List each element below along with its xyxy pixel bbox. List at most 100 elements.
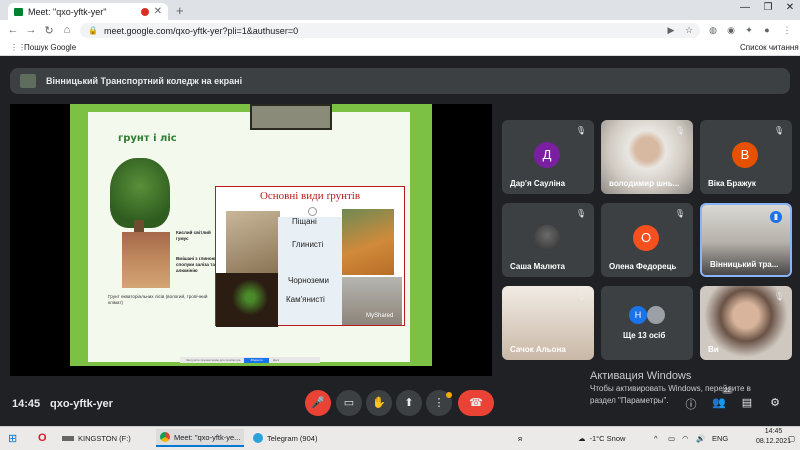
more-participants-label: Ще 13 осіб — [623, 331, 666, 340]
taskbar-drive-label: KINGSTON (F:) — [78, 433, 131, 443]
network-icon[interactable]: ▭ — [668, 429, 675, 447]
chat-icon[interactable]: ▤ — [739, 396, 755, 409]
info-icon[interactable]: ⓘ — [683, 396, 699, 412]
mic-off-icon: 🎙 — [575, 126, 586, 135]
slide-footer-text: Загрузите презентацию для просмотра — [186, 358, 241, 362]
activation-title: Активация Windows — [590, 370, 692, 382]
puzzle-icon[interactable]: ✦ — [742, 23, 756, 37]
reload-icon[interactable]: ↻ — [40, 24, 58, 37]
leave-call-button[interactable]: ☎ — [458, 390, 494, 416]
url-text: meet.google.com/qxo-yftk-yer?pli=1&authu… — [103, 25, 299, 36]
mic-off-icon: 🎙 — [773, 292, 784, 301]
participant-name: Сачок Альона — [510, 345, 566, 354]
mic-toggle-button[interactable]: 🎤 — [305, 390, 331, 416]
participant-name: Дар'я Сауліна — [510, 179, 566, 188]
home-icon[interactable]: ⌂ — [58, 24, 76, 36]
soil-type-2: Глинисті — [292, 240, 324, 249]
back-icon[interactable]: ← — [4, 24, 22, 36]
reading-list-button[interactable]: Список читання — [740, 43, 799, 52]
meet-favicon-icon — [14, 7, 23, 16]
meeting-time: 14:45 — [12, 398, 41, 410]
slide-footer-button[interactable]: Зберегти — [244, 357, 270, 363]
new-tab-button[interactable]: + — [176, 3, 184, 18]
telegram-icon — [253, 433, 263, 443]
mic-off-icon: 🎙 — [575, 209, 586, 218]
activities-icon[interactable]: ⚙ — [767, 396, 783, 409]
taskbar-chrome[interactable]: Meet: "qxo-yftk-ye... — [156, 429, 245, 447]
people-tray-icon[interactable]: ᴙ — [518, 429, 522, 447]
bookmark-google-search[interactable]: Пошук Google — [24, 43, 76, 52]
soil-label-bottom: Вмішані з глиною сполуки заліза та алюмі… — [176, 256, 216, 273]
participant-tile[interactable]: Д 🎙 Дар'я Сауліна — [502, 120, 594, 194]
soil-profile-image — [122, 232, 170, 288]
sandy-soil-photo — [226, 211, 280, 273]
slide-dot-icon — [308, 207, 317, 216]
lock-icon: 🔒 — [88, 26, 98, 35]
participant-tile[interactable]: В 🎙 Віка Бражук — [700, 120, 792, 194]
extension-icon-2[interactable]: ◉ — [724, 23, 738, 37]
participant-tile[interactable]: 🎙 Сачок Альона — [502, 286, 594, 360]
start-windows-icon[interactable]: ⊞ — [8, 429, 17, 447]
avatar: О — [633, 225, 659, 251]
menu-icon[interactable]: ⋮ — [780, 23, 794, 37]
forward-icon[interactable]: → — [22, 24, 40, 36]
opera-icon[interactable]: O — [38, 429, 47, 447]
present-button[interactable]: ⬆ — [396, 390, 422, 416]
meeting-code: qxo-yftk-yer — [50, 398, 113, 410]
maximize-icon[interactable]: ❐ — [758, 2, 778, 13]
participant-name: Вінницький тра... — [710, 260, 779, 269]
speaking-indicator-icon: ▮ — [770, 211, 782, 223]
presenter-label: Вінницький Транспортний коледж на екрані — [46, 76, 243, 86]
participant-tile-speaking[interactable]: ▮ Вінницький тра... — [700, 203, 792, 277]
raise-hand-button[interactable]: ✋ — [366, 390, 392, 416]
camera-toggle-button[interactable]: ▭ — [336, 390, 362, 416]
usb-drive-icon — [62, 435, 74, 441]
self-tile[interactable]: 🎙 Ви — [700, 286, 792, 360]
more-participants-tile[interactable]: Н Ще 13 осіб — [601, 286, 693, 360]
participant-name: Віка Бражук — [708, 179, 756, 188]
chernozem-photo — [216, 273, 278, 327]
taskbar-drive[interactable]: KINGSTON (F:) — [62, 429, 131, 447]
participant-name: володимир шнь... — [609, 179, 680, 188]
extension-icon[interactable]: ◍ — [706, 23, 720, 37]
soil-types-title: Основні види ґрунтів — [259, 190, 361, 202]
taskbar-telegram[interactable]: Telegram (904) — [253, 429, 317, 447]
browser-tab[interactable]: Meet: "qxo-yftk-yer" ✕ — [8, 3, 168, 20]
clay-soil-photo — [342, 209, 394, 275]
profile-avatar-icon[interactable]: ● — [760, 23, 774, 37]
tray-overflow-icon[interactable]: ^ — [654, 429, 658, 447]
notification-dot — [446, 392, 452, 398]
participant-tile[interactable]: 🎙 Саша Малюта — [502, 203, 594, 277]
star-icon[interactable]: ☆ — [682, 23, 696, 37]
avatar: Д — [534, 142, 560, 168]
minimize-icon[interactable]: — — [735, 2, 755, 13]
people-count-badge: 22 — [722, 388, 733, 394]
taskbar-chrome-label: Meet: "qxo-yftk-ye... — [174, 432, 241, 442]
slide-footer-bar: Загрузите презентацию для просмотра Збер… — [180, 357, 320, 363]
soil-type-3: Чорноземи — [288, 276, 330, 285]
people-icon[interactable]: 👥 — [711, 396, 727, 409]
weather-widget[interactable]: ☁ -1°C Snow — [578, 429, 625, 447]
mic-off-icon: 🎙 — [674, 209, 685, 218]
avatar: Н — [629, 306, 647, 324]
camera-icon[interactable]: ▶ — [664, 23, 678, 37]
soil-type-1: Піщані — [292, 217, 317, 226]
volume-icon[interactable]: 🔊 — [696, 429, 705, 447]
language-indicator[interactable]: ENG — [712, 429, 728, 447]
participant-tile[interactable]: О 🎙 Олена Федорець — [601, 203, 693, 277]
bookmarks-bar: ⋮⋮ Пошук Google Список читання — [0, 40, 800, 56]
soil-caption: Грунт екваторіальних лісів (вологий, тро… — [108, 294, 208, 305]
close-window-icon[interactable]: ✕ — [780, 2, 800, 13]
mic-off-icon: 🎙 — [674, 126, 685, 135]
notifications-icon[interactable]: ▢ — [788, 429, 795, 447]
address-bar[interactable]: 🔒 meet.google.com/qxo-yftk-yer?pli=1&aut… — [80, 23, 700, 38]
mic-off-icon: 🎙 — [575, 292, 586, 301]
mic-off-icon: 🎙 — [773, 126, 784, 135]
participant-tile[interactable]: 🎙 володимир шнь... — [601, 120, 693, 194]
taskbar-clock[interactable]: 14:45 08.12.2021 — [756, 427, 791, 447]
participant-name: Олена Федорець — [609, 262, 677, 271]
clock-date: 08.12.2021 — [756, 438, 792, 445]
close-tab-icon[interactable]: ✕ — [154, 6, 162, 17]
wifi-icon[interactable]: ◠ — [682, 429, 689, 447]
slide-footer-link[interactable]: Далі — [273, 358, 279, 362]
